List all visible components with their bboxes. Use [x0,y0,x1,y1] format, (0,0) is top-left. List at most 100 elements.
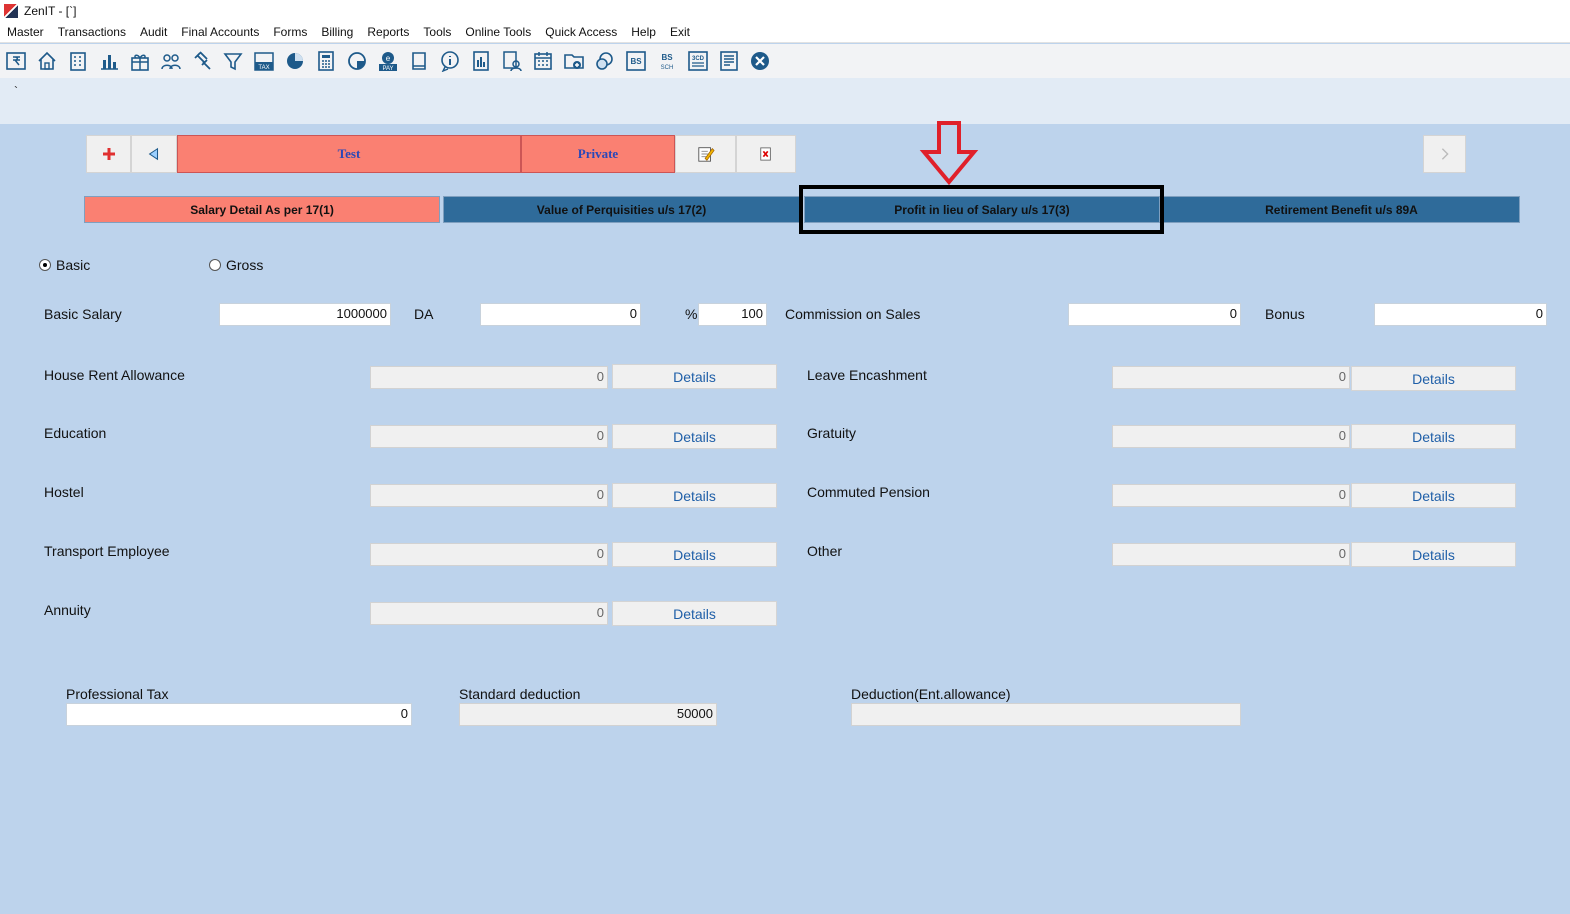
menu-reports[interactable]: Reports [367,25,409,39]
user-edit-icon[interactable] [500,49,524,73]
da-input[interactable]: 0 [480,303,641,326]
education-value: 0 [370,425,608,448]
menu-forms[interactable]: Forms [273,25,307,39]
hostel-label: Hostel [44,484,84,500]
commuted-pension-label: Commuted Pension [807,484,930,500]
gratuity-details-button[interactable]: Details [1351,424,1516,449]
home-icon[interactable] [35,49,59,73]
hostel-details-button[interactable]: Details [612,483,777,508]
commission-label: Commission on Sales [785,306,921,322]
hra-details-button[interactable]: Details [612,364,777,389]
svg-text:BS: BS [630,57,642,66]
book-icon[interactable] [407,49,431,73]
calendar-icon[interactable] [531,49,555,73]
window-title: ZenIT - [`] [24,4,77,18]
basic-salary-label: Basic Salary [44,306,122,322]
tab-profit-in-lieu[interactable]: Profit in lieu of Salary u/s 17(3) [804,196,1160,223]
folder-add-icon[interactable] [562,49,586,73]
transport-value: 0 [370,543,608,566]
building-icon[interactable] [66,49,90,73]
menu-billing[interactable]: Billing [321,25,353,39]
info-icon[interactable] [438,49,462,73]
epay-icon[interactable]: e PAY [376,49,400,73]
plus-icon [102,148,115,160]
svg-text:3CD: 3CD [692,56,705,62]
hra-value: 0 [370,366,608,389]
strip-mark: ` [14,84,18,98]
toolbar: TAX e PAY BS BS SCH 3CD [0,44,1570,78]
chart-round-icon[interactable] [345,49,369,73]
hra-label: House Rent Allowance [44,367,185,383]
calculator-icon[interactable] [314,49,338,73]
add-record-button[interactable] [86,135,131,173]
tab-retirement-benefit[interactable]: Retirement Benefit u/s 89A [1163,196,1520,223]
menu-final-accounts[interactable]: Final Accounts [181,25,259,39]
pie-circle-icon[interactable] [283,49,307,73]
svg-text:TAX: TAX [258,65,269,71]
commuted-pension-value: 0 [1112,484,1350,507]
leave-encashment-details-button[interactable]: Details [1351,366,1516,391]
tab-salary-detail[interactable]: Salary Detail As per 17(1) [84,196,440,223]
transport-label: Transport Employee [44,543,170,559]
bonus-input[interactable]: 0 [1374,303,1547,326]
menu-audit[interactable]: Audit [140,25,167,39]
radio-basic[interactable]: Basic [39,257,90,273]
tax-icon[interactable]: TAX [252,49,276,73]
commuted-pension-details-button[interactable]: Details [1351,483,1516,508]
annuity-details-button[interactable]: Details [612,601,777,626]
bs-icon[interactable]: BS [624,49,648,73]
next-record-button[interactable] [1423,135,1466,173]
bar-chart-icon[interactable] [97,49,121,73]
hostel-value: 0 [370,484,608,507]
ent-allowance-label: Deduction(Ent.allowance) [851,686,1011,702]
delete-icon [760,147,771,161]
da-percent-input[interactable]: 100 [698,303,767,326]
radio-gross-label: Gross [226,257,264,273]
radio-gross[interactable]: Gross [209,257,263,273]
menu-exit[interactable]: Exit [670,25,690,39]
basic-salary-input[interactable]: 1000000 [219,303,391,326]
record-type: Private [521,135,675,173]
title-bar: ZenIT - [`] [0,0,1570,22]
chat-icon[interactable] [593,49,617,73]
menu-quick-access[interactable]: Quick Access [545,25,617,39]
standard-deduction-value: 50000 [459,703,717,726]
record-name: Test [177,135,521,173]
tab-perquisites[interactable]: Value of Perquisities u/s 17(2) [443,196,800,223]
commission-input[interactable]: 0 [1068,303,1241,326]
svg-text:PAY: PAY [382,66,393,72]
chevron-right-icon [1441,148,1449,160]
gratuity-value: 0 [1112,425,1350,448]
transport-details-button[interactable]: Details [612,542,777,567]
delete-record-button[interactable] [736,135,796,173]
radio-basic-label: Basic [56,257,91,273]
3cd-icon[interactable]: 3CD [686,49,710,73]
close-icon[interactable] [748,49,772,73]
svg-text:SCH: SCH [661,65,674,71]
radio-basic-dot[interactable] [39,259,51,271]
triangle-left-icon [148,147,159,161]
leave-encashment-label: Leave Encashment [807,367,927,383]
da-label: DA [414,306,434,322]
edit-record-button[interactable] [675,135,736,173]
report-icon[interactable] [469,49,493,73]
rupee-book-icon[interactable] [4,49,28,73]
menu-tools[interactable]: Tools [423,25,451,39]
menu-online-tools[interactable]: Online Tools [465,25,531,39]
other-details-button[interactable]: Details [1351,542,1516,567]
users-icon[interactable] [159,49,183,73]
filter-icon[interactable] [221,49,245,73]
ent-allowance-value [851,703,1241,726]
form-icon[interactable] [717,49,741,73]
menu-transactions[interactable]: Transactions [58,25,126,39]
other-label: Other [807,543,843,559]
bs-sch-icon[interactable]: BS SCH [655,49,679,73]
gavel-icon[interactable] [190,49,214,73]
previous-record-button[interactable] [131,135,177,173]
education-details-button[interactable]: Details [612,424,777,449]
radio-gross-dot[interactable] [209,259,221,271]
professional-tax-input[interactable]: 0 [66,703,412,726]
menu-master[interactable]: Master [7,25,44,39]
menu-help[interactable]: Help [631,25,656,39]
gift-icon[interactable] [128,49,152,73]
